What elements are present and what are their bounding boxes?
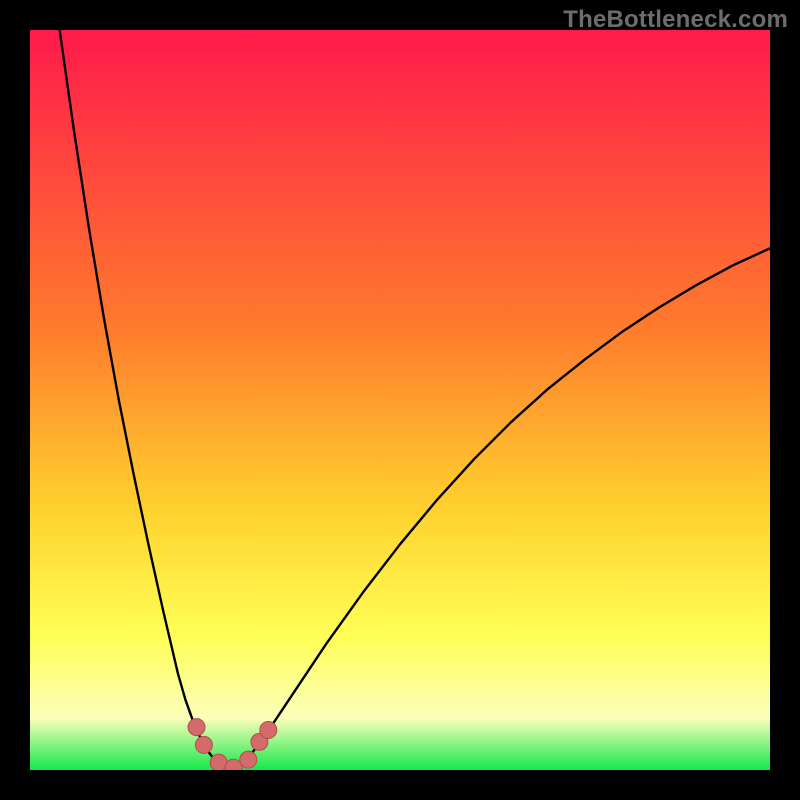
watermark-text: TheBottleneck.com	[563, 6, 788, 34]
dip-marker-4	[240, 751, 257, 768]
dip-marker-6	[260, 722, 277, 739]
curve-layer	[30, 30, 770, 770]
plot-area	[30, 30, 770, 770]
dip-marker-0	[188, 719, 205, 736]
chart-frame: TheBottleneck.com	[0, 0, 800, 800]
curve-left-branch	[60, 30, 230, 769]
dip-marker-1	[195, 736, 212, 753]
dip-markers-group	[188, 719, 277, 770]
curve-right-branch	[230, 248, 770, 769]
